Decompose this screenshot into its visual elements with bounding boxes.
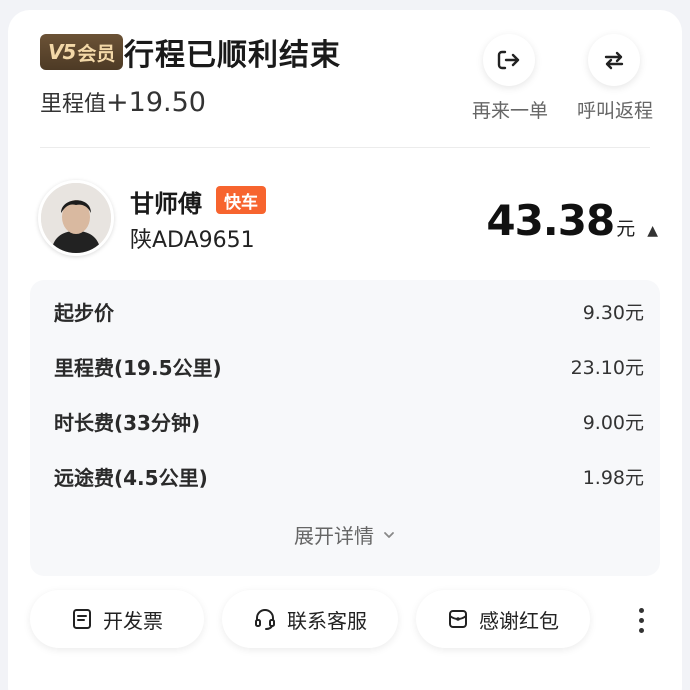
red-envelope-label: 感谢红包 <box>479 608 559 633</box>
fee-name: 远途费(4.5公里) <box>54 465 208 490</box>
total-amount: 43.38 <box>486 196 615 245</box>
fee-row: 里程费(19.5公里) 23.10元 <box>54 351 644 381</box>
mileage-label: 里程值 <box>40 92 107 117</box>
headset-icon <box>255 609 275 630</box>
mileage-points: 里程值 +19.50 <box>40 86 206 118</box>
chevron-down-icon <box>384 531 394 538</box>
invoice-label: 开发票 <box>103 608 163 633</box>
fee-row: 远途费(4.5公里) 1.98元 <box>54 461 644 491</box>
return-trip-button[interactable] <box>588 34 640 86</box>
driver-name: 甘师傅 <box>130 190 202 218</box>
reorder-icon <box>497 50 520 70</box>
avatar-image <box>41 183 111 253</box>
license-plate: 陕ADA9651 <box>130 228 255 253</box>
total-currency: 元 <box>616 218 636 240</box>
fee-name: 起步价 <box>54 300 114 325</box>
expand-details-label: 展开详情 <box>294 524 374 548</box>
trip-summary-card: V5 会员 行程已顺利结束 里程值 +19.50 再来一单 呼叫返程 甘师傅 快… <box>8 10 682 690</box>
driver-avatar[interactable] <box>38 180 114 256</box>
reorder-label[interactable]: 再来一单 <box>455 96 565 123</box>
thank-you-red-envelope-button[interactable]: 感谢红包 <box>416 590 590 648</box>
fee-amount: 9.00元 <box>582 411 644 434</box>
more-options-icon[interactable] <box>630 600 652 640</box>
fee-amount: 1.98元 <box>582 466 644 489</box>
return-trip-label[interactable]: 呼叫返程 <box>560 96 670 123</box>
trip-status-title: 行程已顺利结束 <box>124 38 341 73</box>
fee-row: 起步价 9.30元 <box>54 296 644 326</box>
fee-name: 时长费(33分钟) <box>54 410 201 435</box>
fee-name: 里程费(19.5公里) <box>54 355 222 380</box>
reorder-button[interactable] <box>483 34 535 86</box>
customer-service-button[interactable]: 联系客服 <box>222 590 398 648</box>
fee-row: 时长费(33分钟) 9.00元 <box>54 406 644 436</box>
invoice-icon <box>73 609 91 629</box>
return-trip-icon <box>604 51 624 70</box>
expand-details-link[interactable]: 展开详情 <box>30 520 660 549</box>
total-fare[interactable]: 43.38 元 ▲ <box>486 196 658 245</box>
vip-badge: V5 会员 <box>40 34 124 70</box>
divider <box>40 147 650 148</box>
red-envelope-icon <box>449 610 467 628</box>
collapse-caret-icon[interactable]: ▲ <box>647 223 658 239</box>
invoice-button[interactable]: 开发票 <box>30 590 204 648</box>
fee-breakdown: 起步价 9.30元 里程费(19.5公里) 23.10元 时长费(33分钟) 9… <box>30 280 660 576</box>
mileage-value: +19.50 <box>106 87 206 118</box>
vip-level: V5 <box>48 40 76 64</box>
car-type-badge: 快车 <box>216 186 266 214</box>
vip-text: 会员 <box>77 42 116 65</box>
fee-amount: 23.10元 <box>570 356 644 379</box>
fee-amount: 9.30元 <box>582 301 644 324</box>
customer-service-label: 联系客服 <box>287 608 367 633</box>
